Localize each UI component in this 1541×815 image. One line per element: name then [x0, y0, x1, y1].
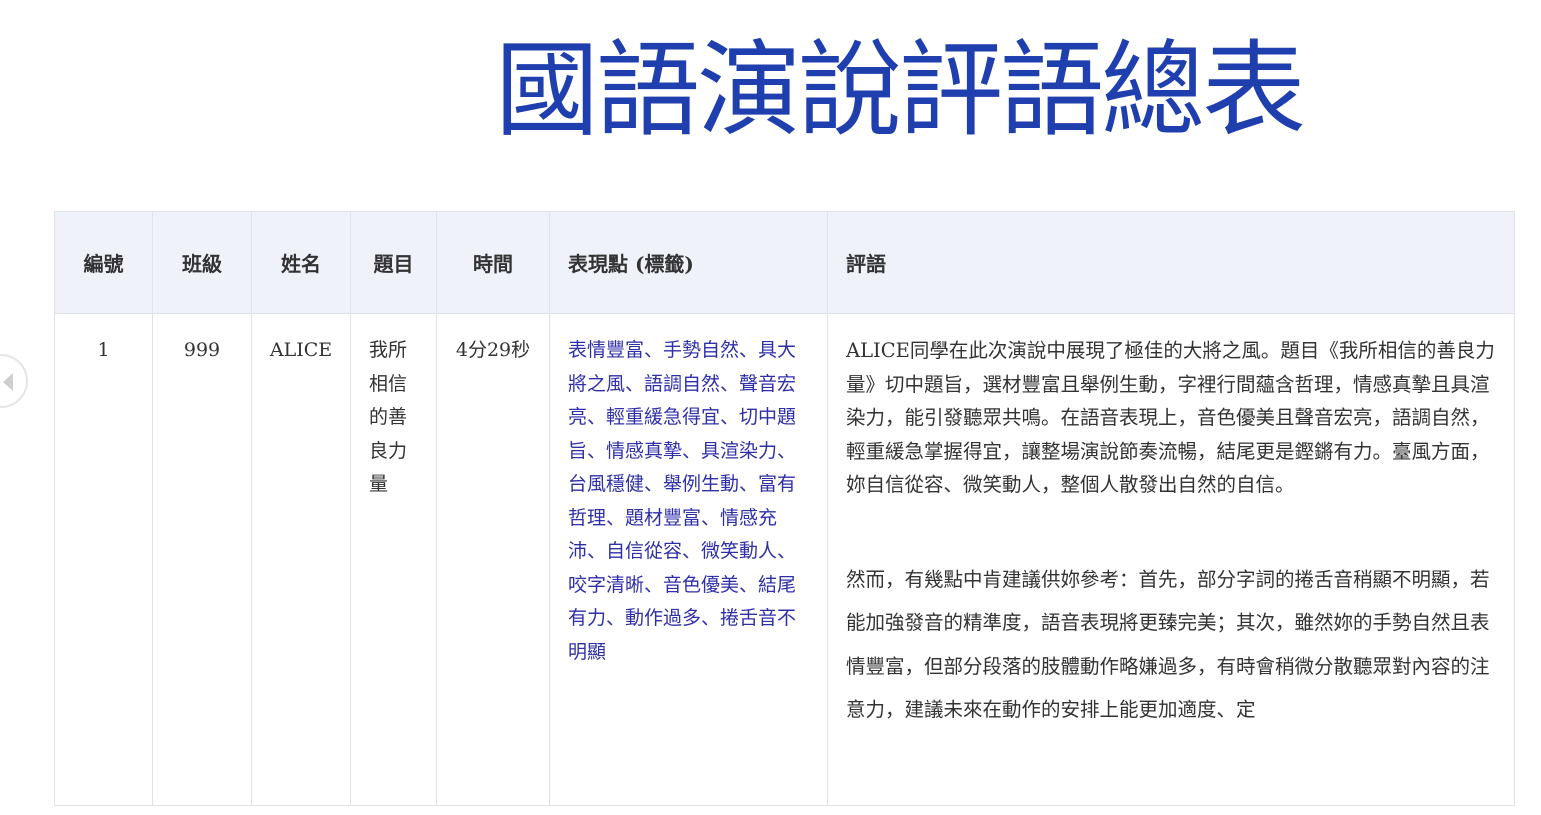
cell-name: ALICE [251, 313, 351, 806]
header-time: 時間 [436, 211, 550, 314]
comment-text: ALICE同學在此次演說中展現了極佳的大將之風。題目《我所相信的善良力量》切中題… [846, 334, 1496, 804]
header-class: 班級 [152, 211, 252, 314]
header-topic: 題目 [350, 211, 437, 314]
table-row: 1 999 ALICE 我所相信的善良力量 4分29秒 表情豐富、手勢自然、具大… [54, 313, 1515, 806]
page: 國語演說評語總表 編號 班級 姓名 題目 時間 表現點 (標籤) 評語 1 99… [0, 0, 1541, 815]
header-comment: 評語 [827, 211, 1515, 314]
cell-number: 1 [54, 313, 153, 806]
chevron-left-icon [3, 373, 13, 391]
table-header-row: 編號 班級 姓名 題目 時間 表現點 (標籤) 評語 [54, 211, 1515, 314]
cell-tags: 表情豐富、手勢自然、具大將之風、語調自然、聲音宏亮、輕重緩急得宜、切中題旨、情感… [549, 313, 828, 806]
cell-comment: ALICE同學在此次演說中展現了極佳的大將之風。題目《我所相信的善良力量》切中題… [827, 313, 1515, 806]
header-name: 姓名 [251, 211, 351, 314]
prev-slide-button[interactable] [0, 354, 28, 408]
page-title: 國語演說評語總表 [495, 29, 1306, 151]
cell-class: 999 [152, 313, 252, 806]
cell-time: 4分29秒 [436, 313, 550, 806]
header-number: 編號 [54, 211, 153, 314]
header-tags: 表現點 (標籤) [549, 211, 828, 314]
cell-topic: 我所相信的善良力量 [350, 313, 437, 806]
comment-paragraph-1: ALICE同學在此次演說中展現了極佳的大將之風。題目《我所相信的善良力量》切中題… [846, 339, 1495, 496]
comment-paragraph-2: 然而，有幾點中肯建議供妳參考：首先，部分字詞的捲舌音稍顯不明顯，若能加強發音的精… [846, 567, 1490, 722]
comments-table: 編號 班級 姓名 題目 時間 表現點 (標籤) 評語 1 999 ALICE 我… [54, 211, 1515, 806]
